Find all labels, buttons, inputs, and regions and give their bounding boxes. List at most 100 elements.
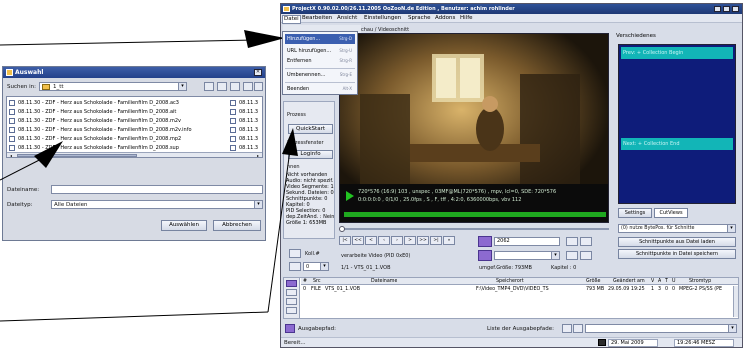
scroll-left-icon[interactable]: ◂: [8, 153, 14, 157]
cut-nav-prev-button[interactable]: [566, 237, 578, 246]
file-list-scrollbar[interactable]: ◂ ▸: [7, 152, 262, 157]
save-cuts-button[interactable]: Schnittpunkte in Datei speichern: [618, 249, 736, 259]
list-item[interactable]: 08.11.30 - ZDF - Herz aus Schokolade - F…: [8, 144, 223, 152]
menu-hilfe[interactable]: Hilfe: [460, 15, 473, 22]
scroll-right-icon[interactable]: ▸: [255, 153, 261, 157]
menu-sprache[interactable]: Sprache: [408, 15, 431, 22]
col-streamtype[interactable]: Stromtyp: [689, 278, 711, 285]
filetype-combo[interactable]: Alle Dateien ▾: [51, 200, 263, 209]
list-item[interactable]: 08.11.3: [229, 117, 262, 125]
menu-item-add-url[interactable]: URL hinzufügen... Strg-U: [285, 46, 355, 56]
col-t[interactable]: T: [665, 278, 668, 285]
col-a[interactable]: A: [658, 278, 661, 285]
cut-list-combo[interactable]: ▾: [494, 251, 560, 260]
collection-label: Koll.#: [305, 251, 320, 257]
collection-prev-button[interactable]: [289, 249, 301, 258]
menu-item-exit[interactable]: Beenden Alt-X: [285, 84, 355, 94]
minimize-icon[interactable]: [714, 6, 721, 12]
list-item[interactable]: 08.11.30 - ZDF - Herz aus Schokolade - F…: [8, 117, 223, 125]
table-scrollbar[interactable]: [733, 286, 738, 317]
list-item[interactable]: 08.11.3: [229, 99, 262, 107]
cut-nav-next-button[interactable]: [580, 237, 592, 246]
list-item[interactable]: 08.11.3: [229, 135, 262, 143]
move-down-button[interactable]: [286, 307, 297, 314]
tab-cutviews[interactable]: CutViews: [654, 208, 688, 218]
menu-datei[interactable]: Datei: [282, 15, 301, 24]
menu-einstellungen[interactable]: Einstellungen: [364, 15, 401, 22]
list-view-button[interactable]: [243, 82, 253, 91]
col-filename[interactable]: Dateiname: [371, 278, 397, 285]
output-remove-button[interactable]: [573, 324, 583, 333]
list-item[interactable]: 08.11.3: [229, 144, 262, 152]
chapter-prev-button[interactable]: [566, 251, 578, 260]
col-v[interactable]: V: [651, 278, 654, 285]
output-path-button[interactable]: [285, 324, 295, 333]
nav-button-forward-large[interactable]: >>: [417, 236, 429, 245]
add-file-button[interactable]: [286, 280, 297, 287]
menu-item-rename[interactable]: Umbenennen... Strg-E: [285, 70, 355, 80]
menu-item-remove[interactable]: Entfernen Strg-R: [285, 56, 355, 66]
remove-file-button[interactable]: [286, 289, 297, 296]
output-add-button[interactable]: [562, 324, 572, 333]
bytepos-combo[interactable]: (0) nutze BytePos. für Schnitte ▾: [618, 224, 736, 233]
position-slider[interactable]: [339, 226, 609, 232]
tab-settings[interactable]: Settings: [618, 208, 652, 218]
play-icon[interactable]: [346, 191, 354, 201]
table-row[interactable]: 0 FILE VTS_01_1.VOB F:\Video_TMP4_DVD\VI…: [301, 286, 731, 293]
save-icon: [598, 339, 606, 346]
collection-end-row[interactable]: Next: + Collection End: [621, 138, 733, 150]
new-folder-button[interactable]: [230, 82, 240, 91]
list-item[interactable]: 08.11.30 - ZDF - Herz aus Schokolade - F…: [8, 135, 223, 143]
col-u[interactable]: U: [672, 278, 676, 285]
col-size[interactable]: Größe: [586, 278, 601, 285]
search-in-combo[interactable]: 1_tt ▾: [39, 82, 187, 91]
nav-button-first[interactable]: |<: [339, 236, 351, 245]
list-item[interactable]: 08.11.3: [229, 108, 262, 116]
log-button[interactable]: Loginfo: [288, 150, 333, 159]
nav-button-step-back[interactable]: ‹: [378, 236, 390, 245]
details-view-button[interactable]: [254, 82, 263, 91]
list-item[interactable]: 08.11.30 - ZDF - Herz aus Schokolade - F…: [8, 126, 223, 134]
file-list[interactable]: 08.11.30 - ZDF - Herz aus Schokolade - F…: [6, 96, 263, 158]
col-modified[interactable]: Geändert am: [613, 278, 645, 285]
nav-button-back-large[interactable]: <<: [352, 236, 364, 245]
slider-handle[interactable]: [339, 226, 345, 232]
move-up-button[interactable]: [286, 298, 297, 305]
collection-view[interactable]: Prev: + Collection Begin Next: + Collect…: [618, 44, 736, 204]
list-item[interactable]: 08.11.30 - ZDF - Herz aus Schokolade - F…: [8, 99, 223, 107]
collection-next-button[interactable]: [289, 262, 301, 271]
cut-add-button[interactable]: [478, 236, 492, 247]
close-icon[interactable]: [732, 6, 739, 12]
nav-button-step-forward[interactable]: ›: [391, 236, 403, 245]
load-cuts-button[interactable]: Schnittpunkte aus Datei laden: [618, 237, 736, 247]
collection-begin-row[interactable]: Prev: + Collection Begin: [621, 47, 733, 59]
chapter-next-button[interactable]: [580, 251, 592, 260]
menu-item-add[interactable]: Hinzufügen... Strg-D: [285, 34, 355, 44]
list-item[interactable]: 08.11.3: [229, 126, 262, 134]
up-folder-button[interactable]: [204, 82, 214, 91]
menu-bearbeiten[interactable]: Bearbeiten: [302, 15, 332, 22]
menu-addons[interactable]: Addons: [435, 15, 455, 22]
filename-input[interactable]: [51, 185, 263, 194]
menu-ansicht[interactable]: Ansicht: [337, 15, 357, 22]
nav-button-forward[interactable]: >: [404, 236, 416, 245]
col-index[interactable]: #: [303, 278, 307, 285]
video-preview[interactable]: 720*576 (16:9) 103 , unspec , 03MF@ML(72…: [339, 33, 609, 223]
scrollbar-thumb[interactable]: [17, 154, 137, 157]
cut-position-input[interactable]: 2062: [494, 237, 560, 246]
nav-button-jump[interactable]: »: [443, 236, 455, 245]
maximize-icon[interactable]: [723, 6, 730, 12]
col-src[interactable]: Src: [313, 278, 321, 285]
home-folder-button[interactable]: [217, 82, 227, 91]
nav-button-last[interactable]: >|: [430, 236, 442, 245]
list-item[interactable]: 08.11.30 - ZDF - Herz aus Schokolade - F…: [8, 108, 223, 116]
collection-combo[interactable]: 0 ▾: [303, 262, 329, 271]
nav-button-back[interactable]: <: [365, 236, 377, 245]
col-location[interactable]: Speicherort: [496, 278, 524, 285]
quickstart-button[interactable]: QuickStart: [288, 124, 333, 134]
cancel-button[interactable]: Abbrechen: [213, 220, 261, 231]
dialog-close-icon[interactable]: ✕: [254, 69, 262, 76]
cut-remove-button[interactable]: [478, 250, 492, 261]
output-path-combo[interactable]: ▾: [585, 324, 737, 333]
select-file-button[interactable]: Auswählen: [161, 220, 207, 231]
